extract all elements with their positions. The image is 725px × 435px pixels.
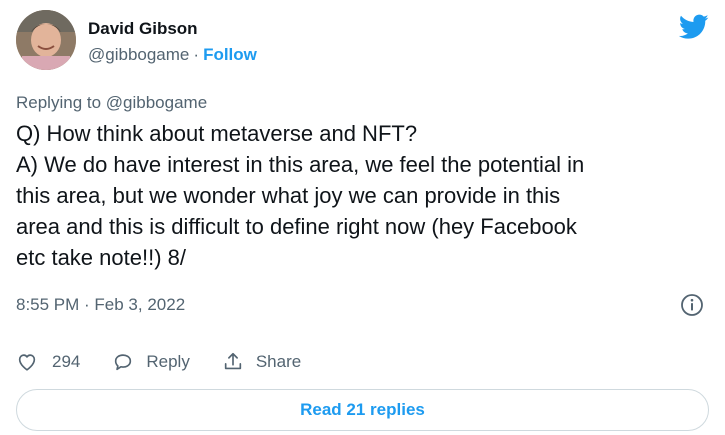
separator-dot: · xyxy=(193,45,200,64)
handle-row: @gibbogame · Follow xyxy=(88,44,257,66)
tweet-timestamp[interactable]: 8:55 PM · Feb 3, 2022 xyxy=(16,294,185,316)
user-info: David Gibson @gibbogame · Follow xyxy=(88,18,257,66)
share-button[interactable]: Share xyxy=(222,351,301,373)
reply-label: Reply xyxy=(146,352,190,371)
avatar[interactable] xyxy=(16,10,76,70)
like-button[interactable]: 294 xyxy=(16,351,80,373)
tweet-header: David Gibson @gibbogame · Follow xyxy=(16,10,709,72)
heart-icon xyxy=(18,354,36,371)
share-label: Share xyxy=(255,352,302,371)
info-icon[interactable] xyxy=(680,293,704,317)
reply-bubble-icon xyxy=(115,354,132,371)
share-upload-icon xyxy=(224,352,242,370)
avatar-photo xyxy=(16,10,76,70)
tweet-text: Q) How think about metaverse and NFT? A)… xyxy=(16,121,585,270)
tweet-actions: 294 Reply Share xyxy=(16,348,333,376)
like-count: 294 xyxy=(52,352,81,371)
display-name[interactable]: David Gibson xyxy=(88,18,257,40)
follow-button[interactable]: Follow xyxy=(203,45,257,64)
twitter-bird-icon[interactable] xyxy=(679,14,709,40)
replying-to[interactable]: Replying to @gibbogame xyxy=(16,92,207,114)
read-replies-button[interactable]: Read 21 replies xyxy=(16,389,709,431)
user-handle[interactable]: @gibbogame xyxy=(88,45,189,64)
reply-button[interactable]: Reply xyxy=(112,351,190,373)
